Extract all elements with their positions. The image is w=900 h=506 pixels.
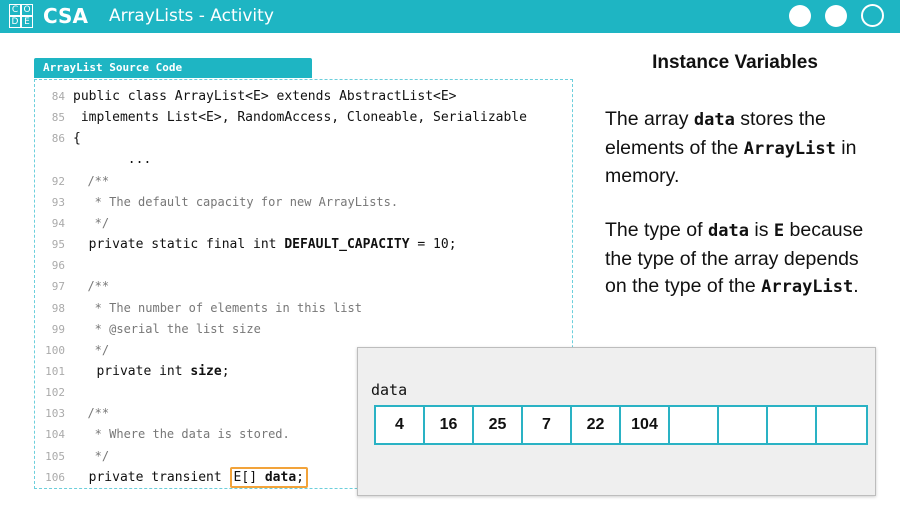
array-cells: 4 16 25 7 22 104	[374, 405, 868, 445]
text: .	[853, 275, 859, 297]
array-cell: 22	[572, 407, 621, 443]
line-number: 85	[51, 111, 65, 125]
line-number: 106	[45, 470, 65, 484]
line-number: 100	[45, 343, 65, 357]
progress-dot-3[interactable]	[861, 4, 884, 27]
line-number: 97	[51, 280, 65, 294]
progress-dot-2[interactable]	[825, 5, 847, 27]
line-number: 93	[51, 195, 65, 209]
code-fragment: private transient	[73, 469, 230, 485]
code-identifier: data	[264, 469, 297, 485]
array-cell	[670, 407, 719, 443]
code-fragment: ;	[221, 363, 230, 379]
text: is	[748, 219, 774, 241]
logo-letter: O	[21, 4, 33, 16]
code-text: */	[73, 342, 110, 357]
line-number: 94	[51, 216, 65, 230]
code-fragment: = 10;	[409, 237, 457, 253]
code-text: private int size;	[73, 361, 230, 382]
code-org-logo[interactable]: C O D E	[9, 4, 33, 28]
text: The array	[605, 108, 694, 130]
line-number: 92	[51, 174, 65, 188]
line-number: 98	[51, 301, 65, 315]
code-term: E	[773, 221, 785, 241]
logo-letter: E	[21, 16, 33, 28]
code-term: ArrayList	[761, 277, 854, 297]
explanation-paragraph-2: The type of data is E because the type o…	[605, 217, 885, 302]
array-cell: 104	[621, 407, 670, 443]
array-cell: 4	[376, 407, 425, 443]
code-text: public class ArrayList<E> extends Abstra…	[73, 89, 457, 104]
code-type: E[]	[233, 469, 265, 485]
logo-letter: C	[9, 4, 21, 16]
code-text: /**	[73, 279, 110, 294]
array-cell: 16	[425, 407, 474, 443]
code-text: /**	[73, 406, 110, 421]
code-text: */	[73, 215, 110, 230]
code-text: * Where the data is stored.	[73, 427, 290, 442]
array-cell	[719, 407, 768, 443]
array-cell	[768, 407, 817, 443]
code-text: private transient E[] data;	[73, 466, 308, 488]
header-bar: C O D E CSA ArrayLists - Activity	[0, 0, 900, 33]
array-cell: 25	[474, 407, 523, 443]
line-number: 86	[51, 132, 65, 146]
line-number: 104	[45, 428, 65, 442]
code-identifier: size	[190, 363, 222, 379]
code-fragment: ;	[296, 469, 304, 485]
line-number: 101	[45, 364, 65, 378]
code-text: * The number of elements in this list	[73, 300, 362, 315]
code-text: implements List<E>, RandomAccess, Clonea…	[73, 110, 527, 126]
explanation-paragraph-1: The array data stores the elements of th…	[605, 106, 885, 191]
code-text: * @serial the list size	[73, 321, 261, 336]
text: The type of	[605, 219, 708, 241]
line-number: 103	[45, 407, 65, 421]
code-text: private static final int DEFAULT_CAPACIT…	[73, 234, 457, 255]
code-term: ArrayList	[743, 138, 836, 159]
line-number: 105	[45, 449, 65, 463]
page-title: ArrayLists - Activity	[109, 6, 274, 26]
array-cell: 7	[523, 407, 572, 443]
line-number: 84	[51, 90, 65, 103]
code-text: ...	[73, 152, 152, 168]
code-fragment: private static final int	[73, 237, 285, 253]
section-heading: Instance Variables	[652, 52, 818, 73]
logo-letter: D	[9, 16, 21, 28]
array-label: data	[371, 381, 408, 399]
code-identifier: DEFAULT_CAPACITY	[284, 237, 410, 253]
code-panel-tab: ArrayList Source Code	[34, 58, 312, 78]
code-term: data	[693, 110, 735, 130]
code-text: /**	[73, 173, 110, 188]
highlighted-declaration: E[] data;	[229, 466, 308, 488]
progress-dot-1[interactable]	[789, 5, 811, 27]
line-number: 96	[51, 259, 65, 273]
code-text: */	[73, 448, 110, 463]
line-number: 99	[51, 322, 65, 336]
brand-label: CSA	[43, 4, 88, 28]
line-number: 95	[51, 238, 65, 252]
code-text: * The default capacity for new ArrayList…	[73, 194, 399, 209]
code-text: {	[73, 131, 81, 147]
code-term: data	[707, 221, 749, 241]
array-visualization-panel: data 4 16 25 7 22 104	[357, 347, 876, 496]
array-cell	[817, 407, 866, 443]
code-fragment: private int	[73, 363, 191, 379]
line-number: 102	[45, 386, 65, 400]
